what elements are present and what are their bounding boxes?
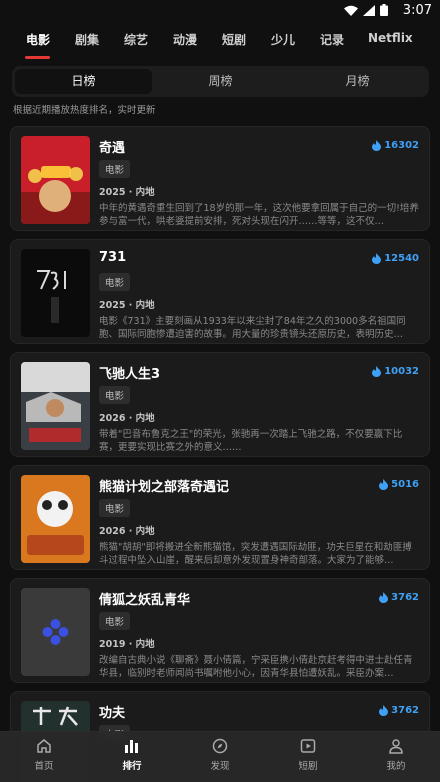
- rank-tab-weekly[interactable]: 周榜: [152, 69, 289, 94]
- rank-period-switch: 日榜 周榜 月榜: [12, 66, 429, 97]
- movie-card[interactable]: 奇遇 16302 电影 2025 · 内地 中年的黄遇奇重生回到了18岁的那一年…: [10, 126, 430, 231]
- movie-title: 飞驰人生3: [99, 367, 161, 382]
- heat-value: 10032: [384, 366, 419, 377]
- nav-label: 首页: [34, 761, 54, 772]
- rank-tab-monthly[interactable]: 月榜: [289, 69, 426, 94]
- movie-poster: [21, 136, 90, 224]
- genre-tag: 电影: [99, 386, 131, 404]
- active-tab-indicator: [25, 56, 50, 59]
- movie-card[interactable]: 熊猫计划之部落奇遇记 5016 电影 2026 · 内地 熊猫"胡胡"即将搬进全…: [10, 465, 430, 570]
- movie-poster-placeholder: [21, 588, 90, 676]
- battery-icon: [380, 4, 388, 16]
- status-time: 3:07: [402, 3, 432, 18]
- tab-movie[interactable]: 电影: [26, 31, 50, 48]
- nav-label: 我的: [386, 761, 406, 772]
- movie-title: 倩狐之妖乱青华: [99, 593, 191, 608]
- movie-poster: [21, 249, 90, 337]
- tab-netflix[interactable]: Netflix: [368, 31, 413, 45]
- tab-anime[interactable]: 动漫: [173, 31, 197, 48]
- rank-tab-daily[interactable]: 日榜: [15, 69, 152, 94]
- tab-documentary[interactable]: 记录: [320, 31, 344, 48]
- movie-description: 改编自古典小说《聊斋》聂小倩篇，宁采臣携小倩赴京赶考得中进士赴任青华县，临别时老…: [99, 655, 413, 679]
- genre-tag: 电影: [99, 273, 131, 291]
- play-video-icon: [300, 739, 316, 753]
- tab-short-drama[interactable]: 短剧: [222, 31, 246, 48]
- movie-title: 功夫: [99, 706, 126, 721]
- heat-value: 16302: [384, 140, 419, 151]
- category-tabs: 电影 剧集 综艺 动漫 短剧 少儿 记录 Netflix: [0, 22, 440, 60]
- movie-poster: [21, 475, 90, 563]
- nav-label: 短剧: [298, 761, 318, 772]
- movie-card[interactable]: 倩狐之妖乱青华 3762 电影 2019 · 内地 改编自古典小说《聊斋》聂小倩…: [10, 578, 430, 683]
- tab-variety[interactable]: 综艺: [124, 31, 148, 48]
- tab-series[interactable]: 剧集: [75, 31, 99, 48]
- heat-value: 12540: [384, 253, 419, 264]
- movie-description: 带着"巴音布鲁克之王"的荣光，张驰再一次踏上飞驰之路，不仅要赢下比赛，更要实现比…: [99, 429, 403, 453]
- movie-card[interactable]: 飞驰人生3 10032 电影 2026 · 内地 带着"巴音布鲁克之王"的荣光，…: [10, 352, 430, 457]
- nav-home[interactable]: 首页: [14, 738, 74, 772]
- ranking-subtitle: 根据近期播放热度排名，实时更新: [13, 105, 156, 116]
- flame-icon: [372, 253, 382, 264]
- movie-title: 熊猫计划之部落奇遇记: [99, 480, 230, 495]
- flame-icon: [379, 479, 389, 490]
- flame-icon: [372, 140, 382, 151]
- genre-tag: 电影: [99, 160, 131, 178]
- heat-score: 5016: [379, 479, 419, 490]
- status-icons: [344, 4, 388, 16]
- signal-icon: [363, 4, 375, 16]
- status-bar: 3:07: [0, 0, 440, 22]
- heat-value: 3762: [391, 705, 419, 716]
- movie-meta: 2026 · 内地: [99, 526, 155, 537]
- heat-score: 12540: [372, 253, 419, 264]
- user-icon: [389, 739, 403, 754]
- movie-description: 熊猫"胡胡"即将搬进全新熊猫馆，突发遭遇国际劫匪，功夫巨星在和劫匪搏斗过程中坠入…: [99, 542, 412, 566]
- home-icon: [37, 739, 51, 753]
- movie-title: 奇遇: [99, 141, 126, 156]
- movie-meta: 2026 · 内地: [99, 413, 155, 424]
- bar-chart-icon: [125, 740, 138, 753]
- nav-discover[interactable]: 发现: [190, 738, 250, 772]
- movie-poster: [21, 362, 90, 450]
- nav-short-drama[interactable]: 短剧: [278, 738, 338, 772]
- bottom-nav: 首页 排行 发现 短剧 我的: [0, 731, 440, 782]
- movie-title: 731: [99, 250, 127, 265]
- flame-icon: [372, 366, 382, 377]
- heat-value: 3762: [391, 592, 419, 603]
- wifi-icon: [344, 5, 358, 16]
- nav-label: 发现: [210, 761, 230, 772]
- movie-card[interactable]: 731 12540 电影 2025 · 内地 电影《731》主要刻画从1933年…: [10, 239, 430, 344]
- tab-kids[interactable]: 少儿: [271, 31, 295, 48]
- movie-description: 电影《731》主要刻画从1933年以来尘封了84年之久的3000多名祖国同胞、国…: [99, 316, 406, 340]
- genre-tag: 电影: [99, 499, 131, 517]
- nav-label: 排行: [122, 761, 142, 772]
- movie-meta: 2025 · 内地: [99, 300, 155, 311]
- movie-meta: 2019 · 内地: [99, 639, 155, 650]
- flame-icon: [379, 592, 389, 603]
- flame-icon: [379, 705, 389, 716]
- genre-tag: 电影: [99, 612, 131, 630]
- heat-score: 3762: [379, 592, 419, 603]
- nav-ranking[interactable]: 排行: [102, 738, 162, 772]
- movie-description: 中年的黄遇奇重生回到了18岁的那一年，这次他要拿回属于自己的一切!培养参与富一代…: [99, 203, 419, 227]
- heat-value: 5016: [391, 479, 419, 490]
- heat-score: 10032: [372, 366, 419, 377]
- heat-score: 16302: [372, 140, 419, 151]
- nav-profile[interactable]: 我的: [366, 738, 426, 772]
- heat-score: 3762: [379, 705, 419, 716]
- compass-icon: [212, 738, 228, 754]
- movie-meta: 2025 · 内地: [99, 187, 155, 198]
